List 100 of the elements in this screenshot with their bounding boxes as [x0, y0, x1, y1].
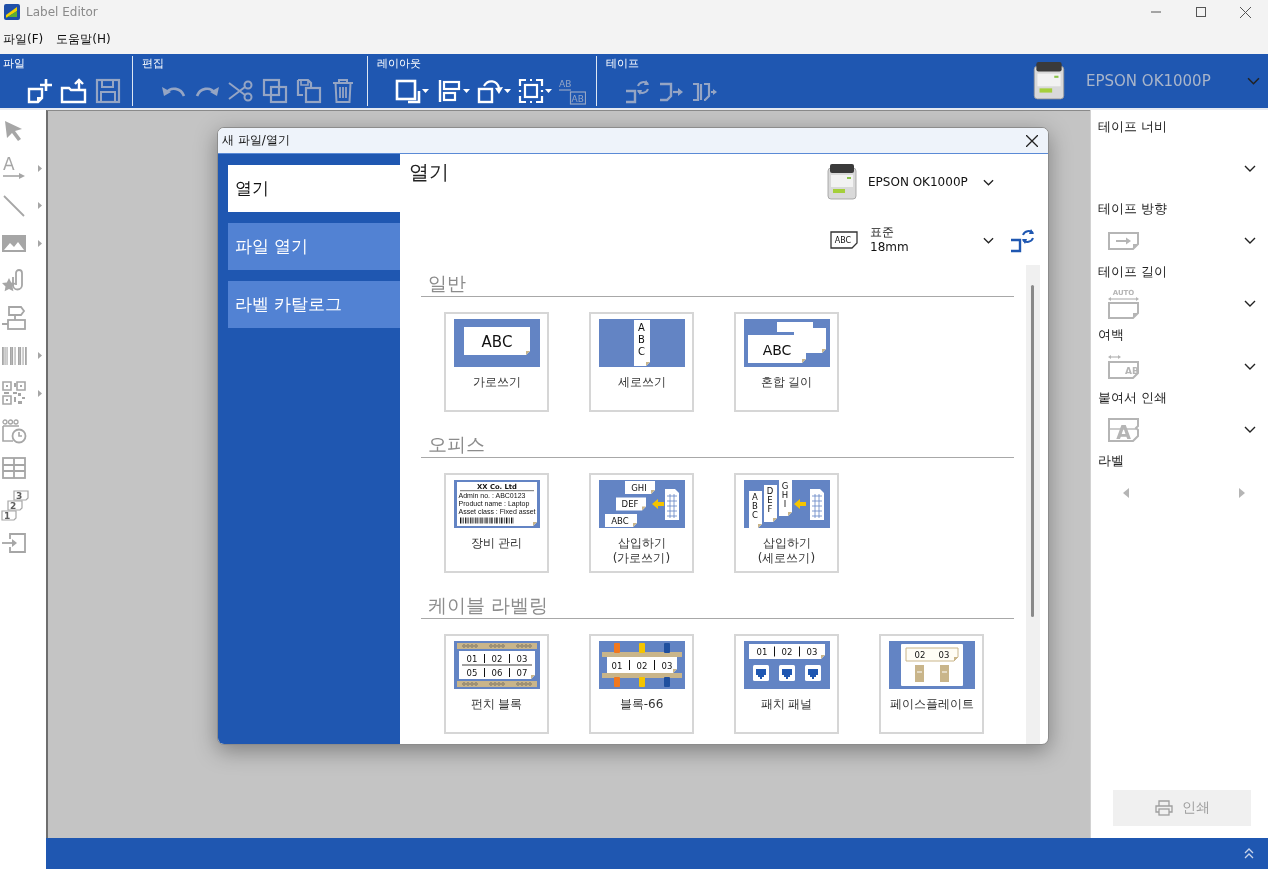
template-card[interactable]: ABC 가로쓰기	[444, 312, 549, 412]
submenu-arrow-icon	[38, 239, 42, 247]
sidebar-item[interactable]: 열기	[228, 165, 400, 212]
chevron-down-icon	[1244, 363, 1256, 370]
network-port-icon	[778, 665, 795, 681]
scrollbar[interactable]	[1026, 265, 1040, 744]
sidebar-item[interactable]: 파일 열기	[228, 223, 400, 270]
scrollbar-thumb[interactable]	[1031, 285, 1034, 617]
close-icon	[1026, 134, 1038, 147]
next-label-button[interactable]	[1239, 487, 1245, 498]
label-text: GHI	[630, 482, 647, 493]
sidebar-item[interactable]: 라벨 카탈로그	[228, 281, 400, 328]
label-text: 01	[466, 654, 477, 664]
left-arrow-icon	[793, 499, 806, 509]
submenu-arrow-icon	[38, 352, 42, 360]
chevron-down-icon	[1244, 237, 1256, 244]
label-tape	[615, 497, 646, 511]
chevron-down-icon	[1244, 164, 1256, 172]
property-label: 테이프 너비	[1098, 118, 1168, 136]
ribbon-group-label: 파일	[2, 57, 25, 70]
property-label: 붙여서 인쇄	[1098, 389, 1168, 407]
label-text: 02	[491, 654, 502, 664]
printer-icon	[1032, 61, 1066, 101]
label-text: 03	[806, 647, 817, 657]
label-text: DEF	[766, 486, 773, 514]
ribbon-group-label: 편집	[141, 57, 164, 70]
section-title: 케이블 라벨링	[421, 592, 1014, 619]
ribbon-group-label: 테이프	[605, 57, 639, 70]
label-text: ABC	[762, 342, 791, 358]
redo-icon	[194, 84, 220, 98]
property-label: 테이프 방향	[1098, 200, 1168, 218]
tape-select[interactable]: ABC 표준 18mm	[826, 223, 994, 257]
ribbon-group-label: 레이아웃	[376, 57, 421, 70]
label-text: 02	[914, 650, 925, 660]
chevron-down-icon	[1244, 426, 1256, 433]
template-card[interactable]: 01 02 03 패치 패널	[734, 634, 839, 734]
label-tape	[624, 481, 655, 494]
property-label: 라벨	[1098, 452, 1124, 470]
submenu-arrow-icon	[38, 164, 42, 172]
center-icon	[517, 77, 545, 105]
cable-clip	[663, 643, 670, 653]
cable-clip	[663, 677, 670, 687]
label-tape	[633, 320, 650, 366]
menu-item[interactable]: 파일(F)	[0, 28, 47, 50]
label-text: DEF	[621, 499, 638, 509]
new-button[interactable]	[26, 76, 54, 106]
section-title: 오피스	[421, 431, 1014, 458]
chevron-down-icon	[983, 178, 994, 186]
cable-clip	[613, 643, 620, 653]
property-label: 테이프 길이	[1098, 263, 1168, 281]
submenu-arrow-icon	[38, 202, 42, 210]
label-text: 07	[516, 668, 527, 678]
template-card[interactable]: 01 02 03 블록-66	[589, 634, 694, 734]
line-icon	[1, 192, 27, 219]
keystone-jack	[914, 665, 924, 682]
template-card[interactable]: GHI DEF ABC 삽입하기 (가로쓰기)	[589, 473, 694, 573]
printer-icon	[826, 163, 858, 201]
printer-select[interactable]: EPSON OK1000P	[826, 159, 994, 205]
numbering-tool[interactable]: 3 2 1	[0, 487, 46, 525]
label-text: 06	[491, 668, 502, 678]
undo-icon	[160, 84, 186, 98]
label-text: 03	[661, 660, 672, 671]
label-text: ABC	[481, 333, 512, 351]
left-arrow-icon	[651, 499, 664, 509]
template-card[interactable]: ABC 세로쓰기	[589, 312, 694, 412]
printer-icon	[1154, 800, 1173, 816]
right-triangle-icon	[1239, 487, 1245, 498]
template-card[interactable]: 02 03 페이스플레이트	[879, 634, 984, 734]
cable-clip	[613, 677, 620, 687]
spreadsheet-icon	[664, 489, 679, 520]
open-button[interactable]	[60, 76, 88, 106]
menu-item[interactable]: 도움말(H)	[53, 28, 114, 50]
label-text: 01	[756, 647, 767, 657]
tape-label-icon: ABC	[830, 231, 858, 249]
double-chevron-up-icon	[1244, 847, 1254, 860]
new-document-icon	[26, 77, 54, 105]
label-text: GHI	[781, 481, 788, 509]
label-text: 03	[516, 654, 527, 664]
paste-icon	[295, 77, 323, 105]
spreadsheet-icon	[809, 489, 824, 520]
previous-label-button[interactable]	[1123, 487, 1129, 498]
template-card[interactable]: 01 02 03 05 06 07 펀치 블록	[444, 634, 549, 734]
label-text: ABC	[751, 492, 758, 520]
concat-print-icon: A	[1107, 416, 1140, 443]
maximize-icon	[1195, 7, 1206, 17]
network-port-icon	[752, 665, 769, 681]
chevron-down-icon	[1247, 77, 1260, 85]
label-tape	[748, 491, 762, 528]
table-icon	[1, 455, 27, 482]
center-button[interactable]	[517, 76, 552, 106]
submenu-arrow-icon	[38, 389, 42, 397]
close-icon	[1240, 6, 1251, 18]
cable-clip	[638, 643, 645, 653]
app-logo-icon	[4, 4, 20, 20]
chevron-down-icon	[1244, 300, 1256, 307]
label-tape	[604, 514, 637, 527]
label-text: ABC	[637, 322, 645, 357]
label-tape	[463, 327, 530, 355]
network-port-icon	[804, 665, 821, 681]
template-card[interactable]: ABC 혼합 길이	[734, 312, 839, 412]
